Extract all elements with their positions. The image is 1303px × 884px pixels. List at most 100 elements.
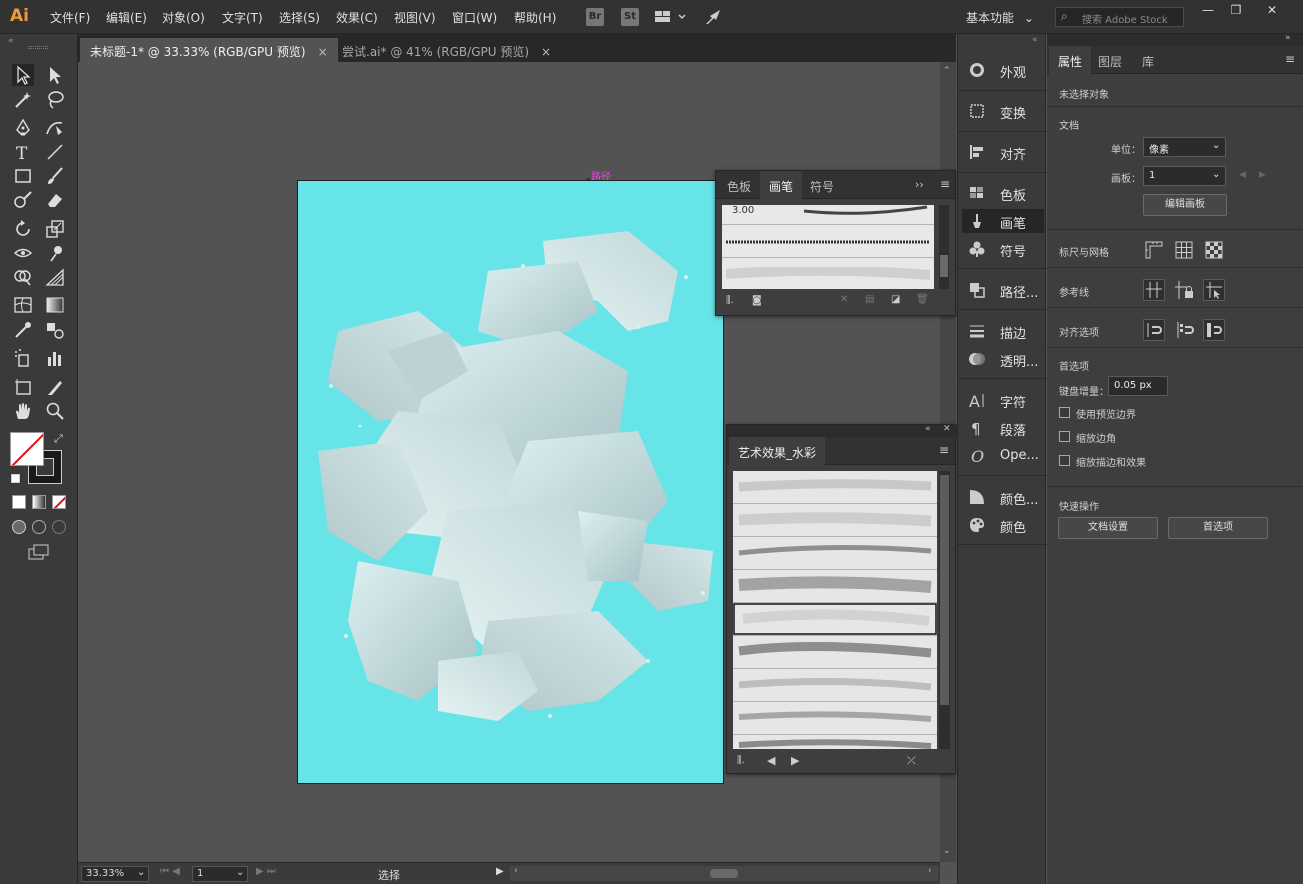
restore-button[interactable]: ❐ xyxy=(1219,0,1253,22)
collapse-dock-icon[interactable]: « xyxy=(1032,35,1038,45)
tab-watercolor[interactable]: 艺术效果_水彩 xyxy=(729,437,826,465)
last-artboard-icon[interactable]: ▶ ⏭ xyxy=(256,866,276,877)
watercolor-list-scrollbar[interactable] xyxy=(939,471,950,749)
bridge-button[interactable]: Br xyxy=(586,8,604,26)
menu-select[interactable]: 选择(S) xyxy=(279,9,320,26)
artboard[interactable] xyxy=(297,180,724,784)
rectangle-tool-icon[interactable] xyxy=(12,165,34,187)
scale-corners-checkbox[interactable] xyxy=(1059,431,1070,442)
dock-item-align[interactable]: 对齐 xyxy=(962,140,1044,164)
paintbrush-tool-icon[interactable] xyxy=(44,165,66,187)
first-artboard-icon[interactable]: ⏮ ◀ xyxy=(160,866,180,877)
grid-icon[interactable] xyxy=(1173,239,1195,261)
scroll-up-icon[interactable]: ⌃ xyxy=(943,66,951,76)
shaper-tool-icon[interactable] xyxy=(12,189,34,211)
snap-to-grid-icon[interactable] xyxy=(1203,319,1225,341)
mesh-tool-icon[interactable] xyxy=(12,294,34,316)
scroll-down-icon[interactable]: ⌄ xyxy=(943,846,951,856)
dock-item-transform[interactable]: 变换 xyxy=(962,99,1044,123)
dock-item-brushes[interactable]: 画笔 xyxy=(962,209,1044,233)
draw-normal-icon[interactable] xyxy=(12,520,26,534)
gpu-performance-icon[interactable] xyxy=(704,8,724,29)
brush-list-scrollbar[interactable] xyxy=(939,205,949,289)
menu-edit[interactable]: 编辑(E) xyxy=(106,9,147,26)
ruler-icon[interactable] xyxy=(1143,239,1165,261)
column-graph-tool-icon[interactable] xyxy=(44,347,66,369)
eraser-tool-icon[interactable] xyxy=(44,189,66,211)
line-segment-tool-icon[interactable] xyxy=(44,141,66,163)
brush-libraries-icon[interactable]: ⫼. xyxy=(737,755,745,766)
menu-effect[interactable]: 效果(C) xyxy=(336,9,378,26)
gradient-mode-icon[interactable] xyxy=(32,495,46,509)
brush-row[interactable] xyxy=(722,259,934,289)
menu-help[interactable]: 帮助(H) xyxy=(514,9,556,26)
smart-guides-icon[interactable] xyxy=(1203,279,1225,301)
expand-panel-icon[interactable]: » xyxy=(1285,33,1291,43)
show-guides-icon[interactable] xyxy=(1143,279,1165,301)
next-library-icon[interactable]: ▶ xyxy=(791,754,799,767)
tab-trial[interactable]: 尝试.ai* @ 41% (RGB/GPU 预览) × xyxy=(332,38,561,62)
symbol-sprayer-tool-icon[interactable] xyxy=(12,347,34,369)
brush-row[interactable]: 3.00 xyxy=(722,205,934,225)
hand-tool-icon[interactable] xyxy=(12,400,34,422)
width-tool-icon[interactable] xyxy=(12,242,34,264)
lock-guides-icon[interactable] xyxy=(1173,279,1195,301)
menu-window[interactable]: 窗口(W) xyxy=(452,9,497,26)
swap-fill-stroke-icon[interactable]: ⤢ xyxy=(54,432,63,446)
tab-untitled[interactable]: 未标题-1* @ 33.33% (RGB/GPU 预览) × xyxy=(80,38,338,62)
scale-tool-icon[interactable] xyxy=(44,218,66,240)
scroll-left-icon[interactable]: ‹ xyxy=(514,866,518,876)
blend-tool-icon[interactable] xyxy=(44,319,66,341)
unit-select[interactable]: 像素 ⌄ xyxy=(1143,137,1226,157)
panel-menu-icon[interactable]: ≡ xyxy=(1285,52,1295,66)
tab-layers[interactable]: 图层 xyxy=(1089,46,1131,74)
scroll-thumb[interactable] xyxy=(940,255,948,277)
scroll-thumb[interactable] xyxy=(940,475,949,705)
previous-artboard-icon[interactable]: ◀ xyxy=(1239,170,1246,180)
selection-tool-icon[interactable] xyxy=(12,64,34,86)
puppet-warp-tool-icon[interactable] xyxy=(44,242,66,264)
artboard-number-field[interactable]: 1 ⌄ xyxy=(192,866,248,882)
use-preview-bounds-checkbox[interactable] xyxy=(1059,407,1070,418)
fill-swatch[interactable] xyxy=(10,432,44,466)
preferences-button[interactable]: 首选项 xyxy=(1168,517,1268,539)
screen-mode-icon[interactable] xyxy=(28,544,50,560)
panel-menu-icon[interactable]: ≡ xyxy=(940,177,950,191)
tab-brushes[interactable]: 画笔 xyxy=(760,171,803,199)
draw-behind-icon[interactable] xyxy=(32,520,46,534)
close-window-button[interactable]: ✕ xyxy=(1255,0,1289,22)
slice-tool-icon[interactable] xyxy=(44,376,66,398)
dock-item-paragraph[interactable]: ¶ 段落 xyxy=(962,416,1044,440)
document-setup-button[interactable]: 文档设置 xyxy=(1058,517,1158,539)
brush-options-icon[interactable]: ▤ xyxy=(865,294,874,305)
snap-to-pixel-icon[interactable] xyxy=(1173,319,1195,341)
gradient-tool-icon[interactable] xyxy=(44,294,66,316)
default-fill-stroke-icon[interactable] xyxy=(11,474,20,483)
dock-item-swatches[interactable]: 色板 xyxy=(962,181,1044,205)
dock-item-color-guide[interactable]: 颜色... xyxy=(962,485,1044,509)
collapse-panel-icon[interactable]: « xyxy=(925,424,931,434)
none-mode-icon[interactable] xyxy=(52,495,66,509)
previous-library-icon[interactable]: ◀ xyxy=(767,754,775,767)
artboard-select[interactable]: 1 ⌄ xyxy=(1143,166,1226,186)
menu-object[interactable]: 对象(O) xyxy=(162,9,205,26)
remove-brush-stroke-icon[interactable]: ✕ xyxy=(840,294,848,305)
dock-item-stroke[interactable]: 描边 xyxy=(962,319,1044,343)
curvature-tool-icon[interactable] xyxy=(44,117,66,139)
stock-search[interactable]: ⌕ 搜索 Adobe Stock xyxy=(1055,7,1184,27)
type-tool-icon[interactable]: T xyxy=(12,141,34,164)
next-artboard-icon[interactable]: ▶ xyxy=(1259,170,1266,180)
delete-brush-icon[interactable]: 🗑 xyxy=(916,294,929,305)
tab-symbols[interactable]: 符号 xyxy=(801,171,843,199)
direct-selection-tool-icon[interactable] xyxy=(44,64,66,86)
dock-item-appearance[interactable]: 外观 xyxy=(962,58,1044,82)
dock-item-color[interactable]: 颜色 xyxy=(962,513,1044,537)
tab-swatches[interactable]: 色板 xyxy=(718,171,760,199)
workspace-switcher[interactable]: 基本功能 ⌄ xyxy=(966,9,1034,26)
transparency-grid-icon[interactable] xyxy=(1203,239,1225,261)
menu-file[interactable]: 文件(F) xyxy=(50,9,90,26)
close-panel-icon[interactable]: ✕ xyxy=(943,424,951,434)
arrange-documents-icon[interactable] xyxy=(655,9,687,28)
zoom-field[interactable]: 33.33% ⌄ xyxy=(81,866,149,882)
lasso-tool-icon[interactable] xyxy=(44,89,66,111)
